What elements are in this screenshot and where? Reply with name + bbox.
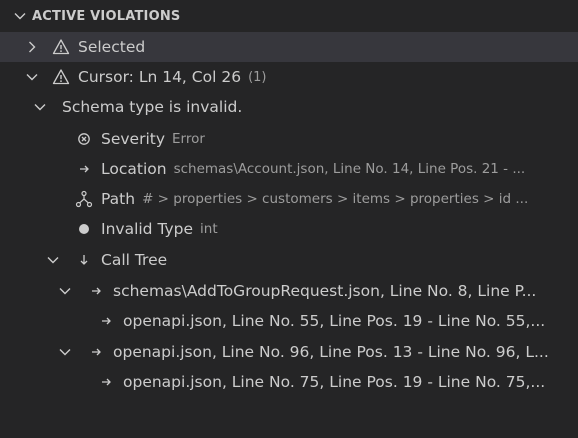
tree-item-path[interactable]: Path # > properties > customers > items … — [0, 184, 578, 214]
panel-header[interactable]: ACTIVE VIOLATIONS — [0, 2, 578, 30]
type-hierarchy-icon — [75, 190, 93, 208]
call-tree-item-label: schemas\AddToGroupRequest.json, Line No.… — [113, 282, 537, 300]
location-value: schemas\Account.json, Line No. 14, Line … — [173, 161, 526, 177]
call-tree-item[interactable]: openapi.json, Line No. 75, Line Pos. 19 … — [0, 367, 578, 397]
tree-item-label: Schema type is invalid. — [62, 98, 243, 116]
invalid-type-value: int — [200, 221, 218, 237]
tree-item-label: Severity — [101, 130, 166, 148]
chevron-down-icon[interactable] — [57, 283, 73, 299]
tree-item-invalid-type[interactable]: Invalid Type int — [0, 214, 578, 244]
chevron-right-icon[interactable] — [24, 39, 40, 55]
path-value: # > properties > customers > items > pro… — [142, 191, 529, 207]
tree-item-selected[interactable]: Selected — [0, 32, 578, 62]
arrow-right-icon — [97, 373, 115, 391]
tree-item-location[interactable]: Location schemas\Account.json, Line No. … — [0, 154, 578, 184]
circle-filled-icon — [75, 220, 93, 238]
tree-item-cursor[interactable]: Cursor: Ln 14, Col 26 (1) — [0, 62, 578, 92]
tree-item-violation[interactable]: Schema type is invalid. — [0, 92, 578, 122]
call-tree-item-label: openapi.json, Line No. 55, Line Pos. 19 … — [123, 312, 546, 330]
arrow-right-icon — [75, 160, 93, 178]
call-tree-item-label: openapi.json, Line No. 75, Line Pos. 19 … — [123, 373, 546, 391]
tree-item-severity[interactable]: Severity Error — [0, 124, 578, 154]
call-tree-item-label: openapi.json, Line No. 96, Line Pos. 13 … — [113, 343, 549, 361]
violation-count-badge: (1) — [248, 69, 267, 85]
active-violations-panel: ACTIVE VIOLATIONS Selected Cursor: Ln 14… — [0, 0, 578, 438]
call-tree-item[interactable]: openapi.json, Line No. 96, Line Pos. 13 … — [0, 337, 578, 367]
chevron-down-icon[interactable] — [45, 252, 61, 268]
arrow-right-icon — [87, 343, 105, 361]
tree-item-label: Path — [101, 190, 136, 208]
arrow-down-icon — [75, 251, 93, 269]
chevron-down-icon[interactable] — [12, 8, 28, 24]
tree-item-label: Cursor: Ln 14, Col 26 — [78, 68, 242, 86]
panel-title: ACTIVE VIOLATIONS — [32, 8, 181, 24]
call-tree-item[interactable]: openapi.json, Line No. 55, Line Pos. 19 … — [0, 306, 578, 336]
call-tree-item[interactable]: schemas\AddToGroupRequest.json, Line No.… — [0, 276, 578, 306]
error-circle-icon — [75, 130, 93, 148]
tree-item-label: Location — [101, 160, 167, 178]
warning-icon — [52, 38, 70, 56]
arrow-right-icon — [87, 282, 105, 300]
tree-item-label: Invalid Type — [101, 220, 194, 238]
severity-value: Error — [172, 131, 205, 147]
warning-icon — [52, 68, 70, 86]
tree-item-call-tree[interactable]: Call Tree — [0, 245, 578, 275]
chevron-down-icon[interactable] — [57, 344, 73, 360]
tree-item-label: Call Tree — [101, 251, 168, 269]
chevron-down-icon[interactable] — [24, 69, 40, 85]
arrow-right-icon — [97, 312, 115, 330]
chevron-down-icon[interactable] — [32, 99, 48, 115]
tree-item-label: Selected — [78, 38, 146, 56]
